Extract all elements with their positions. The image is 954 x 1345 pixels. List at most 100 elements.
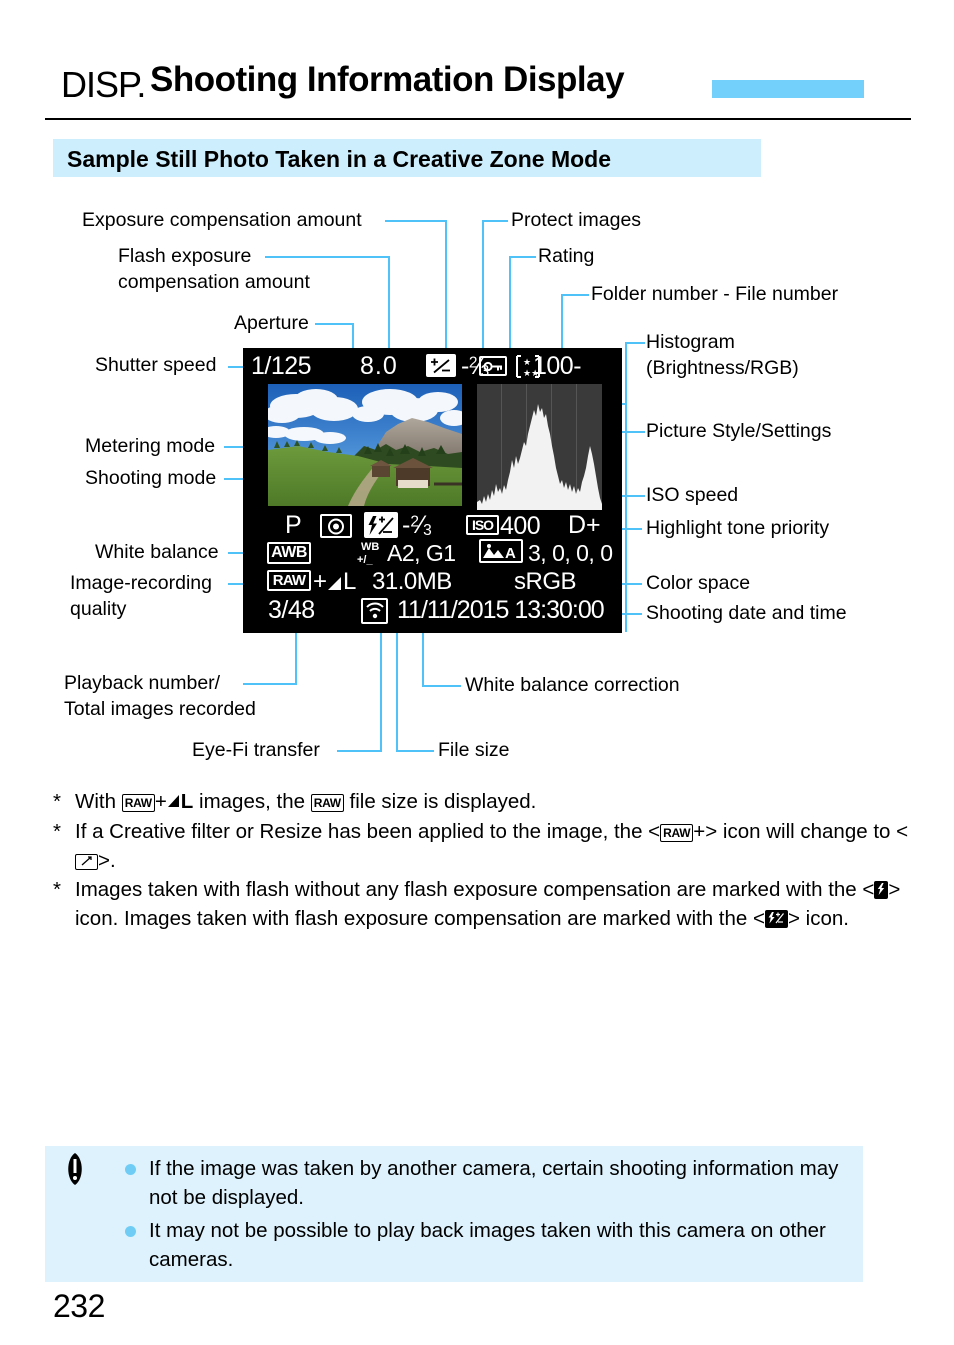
caution-note-box: If the image was taken by another camera…: [45, 1146, 863, 1282]
lcd-highlight-tone-priority-value: D+: [568, 511, 601, 539]
callout-image-recording-line2: quality: [70, 598, 127, 620]
lcd-shutter-speed-value: 1/125: [251, 352, 312, 380]
lcd-iso-speed-value: 400: [500, 512, 541, 540]
edited-image-icon: [75, 854, 98, 870]
section-banner: Sample Still Photo Taken in a Creative Z…: [53, 139, 761, 177]
note-item-text: It may not be possible to play back imag…: [149, 1219, 826, 1271]
callout-eye-fi-transfer: Eye-Fi transfer: [192, 739, 320, 761]
leader-exposure-compensation-v: [445, 220, 447, 356]
section-banner-label: Sample Still Photo Taken in a Creative Z…: [67, 146, 612, 172]
callout-white-balance-correction: White balance correction: [465, 674, 680, 696]
raw-icon: RAW: [310, 794, 344, 812]
lcd-quality-jpeg-large: + L: [313, 568, 357, 595]
header-divider: [45, 118, 911, 120]
note-item-text: If the image was taken by another camera…: [149, 1157, 839, 1209]
leader-rating-h: [509, 256, 536, 258]
iso-icon: ISO: [466, 515, 499, 535]
evaluative-metering-icon: [320, 514, 352, 538]
callout-image-recording-line1: Image-recording: [70, 572, 212, 594]
leader-aperture-h: [315, 323, 354, 325]
callout-shutter-speed: Shutter speed: [95, 354, 217, 376]
caution-icon: [60, 1152, 90, 1186]
lcd-histogram: [477, 384, 602, 510]
lcd-color-space-value: sRGB: [514, 568, 577, 595]
callout-highlight-tone-priority: Highlight tone priority: [646, 517, 830, 539]
disp-button-glyph: DISP.: [61, 64, 146, 105]
footnote-star: *: [53, 878, 61, 901]
leader-playback-v: [295, 633, 297, 684]
callout-shooting-mode: Shooting mode: [85, 467, 217, 489]
callout-flash-exposure-line2: compensation amount: [118, 271, 310, 293]
leader-wbcorrection-h: [422, 685, 461, 687]
leader-eyefi-v: [380, 633, 382, 751]
callout-aperture: Aperture: [234, 312, 309, 334]
note-bullet-icon: [125, 1226, 136, 1237]
lcd-white-balance-value: AWB: [267, 542, 311, 564]
callout-file-size: File size: [438, 739, 510, 761]
lcd-file-size-value: 31.0MB: [372, 568, 452, 595]
leader-iso-h: [625, 495, 645, 497]
callout-color-space: Color space: [646, 572, 751, 594]
eye-fi-transfer-icon: [361, 598, 388, 624]
svg-text:★: ★: [523, 358, 531, 368]
note-item: It may not be possible to play back imag…: [121, 1216, 847, 1274]
callout-picture-style: Picture Style/Settings: [646, 420, 832, 442]
flash-exposure-compensation-icon: [364, 512, 398, 538]
lcd-picture-style-values: 3, 0, 0, 0: [528, 540, 613, 566]
lcd-shooting-mode-value: P: [285, 511, 302, 539]
footnotes-list: * With RAW + L images, the RAW file size i…: [53, 787, 923, 933]
footnote-star: *: [53, 820, 61, 843]
leader-filesize-h: [396, 750, 434, 752]
leader-protect-h: [482, 220, 508, 222]
svg-text:WB: WB: [361, 541, 379, 553]
leader-protect-v: [482, 220, 484, 356]
leader-exposure-compensation-h: [385, 220, 447, 222]
footnote-text: With RAW + L images, the RAW file size is …: [75, 790, 536, 813]
callout-protect-images: Protect images: [511, 209, 642, 231]
callout-iso-speed: ISO speed: [646, 484, 739, 506]
svg-text:A: A: [505, 545, 516, 561]
callout-metering-mode: Metering mode: [85, 435, 216, 457]
note-item: If the image was taken by another camera…: [121, 1154, 847, 1212]
raw-icon: RAW: [660, 824, 694, 842]
leader-histogram-v: [625, 342, 627, 632]
raw-icon: RAW: [121, 794, 155, 812]
callout-exposure-compensation-amount: Exposure compensation amount: [82, 209, 362, 231]
jpeg-large-quality-icon: [167, 788, 181, 817]
lcd-flash-exposure-compensation-value: -2⁄3: [402, 511, 432, 539]
flash-icon: [874, 881, 889, 899]
footnote-text: If a Creative filter or Resize has been …: [75, 820, 909, 872]
picture-style-auto-icon: A: [479, 539, 523, 563]
callout-folder-file-number: Folder number - File number: [591, 283, 839, 305]
page-title: Shooting Information Display: [150, 60, 625, 99]
lcd-white-balance-correction-value: A2, G1: [387, 540, 456, 566]
leader-histogram-h: [625, 342, 645, 344]
leader-eyefi-h: [337, 750, 382, 752]
callout-histogram-line1: Histogram: [646, 331, 735, 353]
shooting-info-figure: Exposure compensation amount Flash expos…: [0, 0, 954, 780]
footnote-item: * Images taken with flash without any fl…: [53, 875, 923, 933]
camera-lcd-display: 1/125 8.0 -2⁄3 ★ ★★ 100- P -2⁄3 ISO 400 …: [243, 348, 622, 633]
leader-wbcorrection-v: [422, 633, 424, 687]
footnote-item: * If a Creative filter or Resize has bee…: [53, 817, 923, 875]
callout-shooting-date-time: Shooting date and time: [646, 602, 847, 624]
flash-exposure-compensation-icon: [764, 910, 788, 928]
lcd-shooting-date-time-value: 11/11/2015 13:30:00: [397, 596, 605, 624]
leader-folderfile-v: [561, 294, 563, 356]
lcd-aperture-value: 8.0: [360, 352, 398, 380]
leader-playback-h: [243, 683, 297, 685]
callout-histogram-line2: (Brightness/RGB): [646, 357, 799, 379]
callout-playback-number-line1: Playback number/: [64, 672, 221, 694]
footnote-text: Images taken with flash without any flas…: [75, 878, 901, 930]
callout-rating: Rating: [538, 245, 595, 267]
page-number: 232: [53, 1288, 105, 1324]
lcd-playback-number-value: 3/48: [268, 596, 315, 624]
key-protect-icon: [479, 356, 507, 376]
callout-white-balance: White balance: [95, 541, 219, 563]
lcd-image-thumbnail: [268, 384, 462, 506]
note-bullet-icon: [125, 1164, 136, 1175]
leader-picture-style-h: [625, 431, 645, 433]
leader-filesize-v: [396, 633, 398, 751]
footnote-item: * With RAW + L images, the RAW file size i…: [53, 787, 923, 817]
callout-flash-exposure-line1: Flash exposure: [118, 245, 252, 267]
